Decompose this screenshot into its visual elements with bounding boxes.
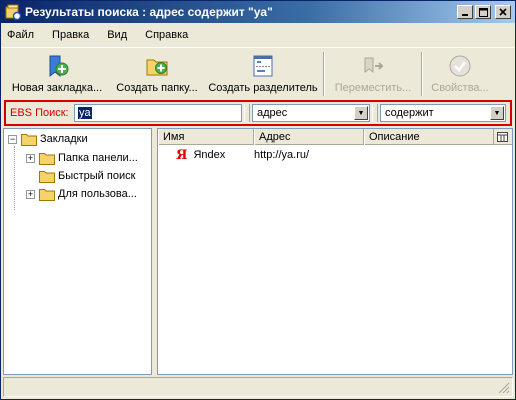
title-bar: Результаты поиска : адрес содержит "ya" [1, 1, 515, 23]
folder-tree: − Закладки + Папка панели... Быстрый пои… [3, 128, 152, 375]
tree-item-folder[interactable]: + Для пользова... [26, 185, 137, 203]
toolbar-separator [421, 52, 423, 96]
new-bookmark-button[interactable]: Новая закладка... [5, 48, 109, 98]
status-bar [3, 377, 513, 397]
menu-edit[interactable]: Правка [52, 29, 89, 41]
tree-item-folder[interactable]: + Папка панели... [26, 149, 138, 167]
bookmark-name: Яndex [193, 149, 226, 161]
search-condition-value: содержит [385, 107, 434, 119]
column-picker-icon [496, 132, 508, 142]
expand-icon[interactable]: + [26, 153, 35, 163]
new-separator-button[interactable]: Создать разделитель [205, 48, 321, 98]
maximize-button[interactable] [475, 5, 491, 19]
bookmarks-app-icon [5, 4, 21, 20]
folder-icon [39, 188, 55, 201]
resize-grip-icon[interactable] [498, 382, 510, 394]
column-header-name[interactable]: Имя [158, 129, 254, 145]
minimize-button[interactable] [457, 5, 473, 19]
tree-item-root[interactable]: − Закладки [8, 130, 88, 148]
menu-view[interactable]: Вид [107, 29, 127, 41]
folder-open-icon [21, 133, 37, 146]
new-separator-label: Создать разделитель [208, 82, 318, 94]
search-field-value: адрес [257, 107, 288, 119]
cell-address: http://ya.ru/ [252, 149, 362, 161]
column-header-label: Имя [163, 131, 185, 143]
window-title: Результаты поиска : адрес содержит "ya" [25, 5, 273, 19]
cell-name: Я Яndex [158, 148, 252, 163]
tree-item-label: Быстрый поиск [58, 170, 136, 182]
tree-guide-line [14, 146, 15, 210]
properties-label: Свойства... [431, 82, 489, 94]
menu-bar: Файл Правка Вид Справка [1, 25, 515, 45]
move-label: Переместить... [334, 82, 412, 94]
expand-icon[interactable]: + [26, 189, 35, 199]
search-field-select[interactable]: адрес ▼ [252, 104, 370, 122]
app-window: Результаты поиска : адрес содержит "ya" … [0, 0, 516, 400]
folder-icon [39, 170, 55, 183]
tree-item-folder[interactable]: Быстрый поиск [39, 167, 135, 185]
column-header-row: Имя Адрес Описание [158, 129, 512, 145]
column-picker-button[interactable] [494, 129, 510, 145]
maximize-icon [478, 7, 488, 17]
new-folder-label: Создать папку... [116, 82, 198, 94]
table-row[interactable]: Я Яndex http://ya.ru/ [158, 147, 512, 163]
search-input[interactable]: ya [74, 104, 242, 122]
bookmark-address: http://ya.ru/ [254, 149, 310, 161]
toolbar-separator [323, 52, 325, 96]
dropdown-arrow-icon[interactable]: ▼ [490, 106, 504, 120]
close-icon [499, 8, 507, 16]
new-bookmark-label: Новая закладка... [11, 82, 103, 94]
yandex-favicon-icon: Я [176, 147, 188, 163]
dropdown-arrow-icon[interactable]: ▼ [354, 106, 368, 120]
move-button[interactable]: Переместить... [327, 48, 419, 98]
toolbar: Новая закладка... Создать папку... Созда… [1, 47, 515, 99]
folder-icon [39, 152, 55, 165]
search-condition-select[interactable]: содержит ▼ [380, 104, 506, 122]
menu-help[interactable]: Справка [145, 29, 188, 41]
column-header-address[interactable]: Адрес [254, 129, 364, 145]
column-header-label: Адрес [259, 131, 291, 143]
results-list: Имя Адрес Описание Я Яndex http://ya.ru/ [157, 128, 513, 375]
new-bookmark-icon [49, 55, 69, 78]
tree-item-label: Закладки [40, 133, 88, 145]
search-resize-grip[interactable] [244, 104, 250, 122]
minimize-icon [462, 14, 468, 16]
tree-item-label: Для пользова... [58, 188, 137, 200]
search-resize-grip[interactable] [372, 104, 378, 122]
search-input-value: ya [78, 107, 92, 119]
properties-check-icon [449, 55, 471, 77]
search-label: EBS Поиск: [10, 107, 69, 119]
search-bar: EBS Поиск: ya адрес ▼ содержит ▼ [4, 100, 512, 126]
properties-button[interactable]: Свойства... [425, 48, 495, 98]
new-folder-button[interactable]: Создать папку... [109, 48, 205, 98]
new-separator-icon [253, 55, 273, 77]
collapse-icon[interactable]: − [8, 134, 17, 144]
menu-file[interactable]: Файл [7, 29, 34, 41]
column-header-label: Описание [369, 131, 420, 143]
column-header-description[interactable]: Описание [364, 129, 494, 145]
move-icon [364, 57, 384, 73]
tree-item-label: Папка панели... [58, 152, 138, 164]
close-button[interactable] [495, 5, 511, 19]
new-folder-icon [146, 59, 168, 76]
